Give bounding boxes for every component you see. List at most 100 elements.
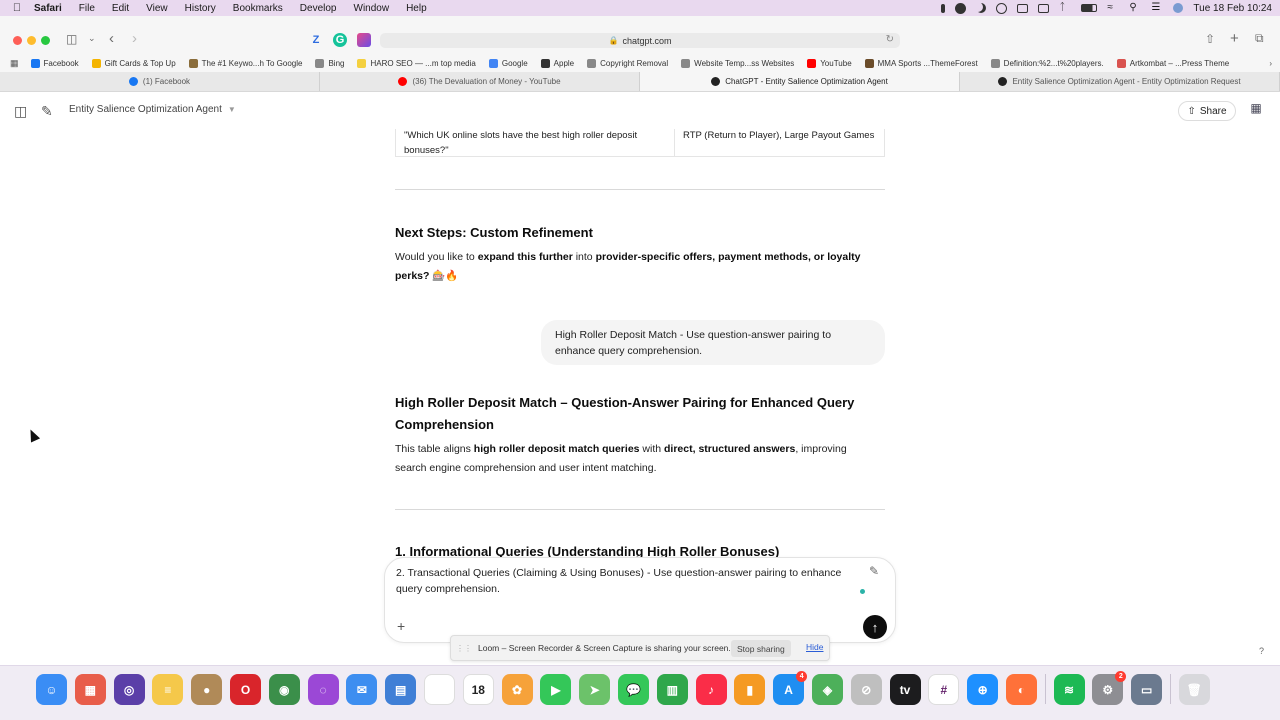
dock-chrome-icon[interactable]: ◉ (268, 674, 300, 705)
bookmark-item[interactable]: Artkombat – ...Press Theme (1116, 58, 1229, 68)
drag-handle-icon[interactable]: ⋮⋮ (456, 644, 472, 653)
menu-bookmarks[interactable]: Bookmarks (233, 3, 283, 14)
zoom-window-button[interactable] (41, 36, 50, 45)
menu-safari[interactable]: Safari (34, 3, 62, 14)
dock-podcasts-icon[interactable]: ◌ (307, 674, 339, 705)
browser-tab-active[interactable]: ChatGPT - Entity Salience Optimization A… (640, 72, 960, 91)
apple-menu-icon[interactable]:  (0, 2, 34, 14)
bookmark-item[interactable]: Website Temp...ss Websites (681, 58, 794, 68)
hide-link[interactable]: Hide (806, 642, 823, 652)
screen-icon[interactable] (1038, 3, 1050, 13)
record-icon[interactable] (996, 2, 1008, 14)
wifi-icon[interactable]: ≈ (1107, 3, 1119, 13)
extension-icon[interactable] (357, 33, 371, 47)
new-tab-icon[interactable]: + (1230, 30, 1239, 47)
grid-icon[interactable]: ▦ (10, 58, 19, 69)
message-composer[interactable]: 2. Transactional Queries (Claiming & Usi… (384, 557, 896, 643)
bookmark-item[interactable]: The #1 Keywo...h To Google (188, 58, 302, 68)
forward-icon[interactable]: › (132, 30, 137, 47)
dock-notes-icon[interactable]: ≡ (152, 674, 184, 705)
bookmark-item[interactable]: MMA Sports ...ThemeForest (864, 58, 978, 68)
window-icon[interactable] (1017, 3, 1029, 13)
bluetooth-icon[interactable]: ᛏ (1059, 3, 1071, 13)
dock-maps-2-icon[interactable]: ◈ (811, 674, 843, 705)
menu-edit[interactable]: Edit (112, 3, 129, 14)
dock-maps-icon[interactable]: ➤ (579, 674, 611, 705)
chevron-right-icon[interactable]: › (1269, 59, 1272, 68)
search-icon[interactable]: ⚲ (1129, 3, 1141, 13)
dock-spotify-icon[interactable]: ≋ (1053, 674, 1085, 705)
dock-safari-icon[interactable]: ⊕ (967, 674, 999, 705)
menu-file[interactable]: File (79, 3, 95, 14)
bookmark-item[interactable]: YouTube (807, 58, 852, 68)
menubar-clock[interactable]: Tue 18 Feb 10:24 (1193, 3, 1272, 14)
sidebar-toggle-icon[interactable]: ◫ (14, 103, 27, 120)
bookmark-item[interactable]: Apple (540, 58, 574, 68)
minimize-window-button[interactable] (27, 36, 36, 45)
dock-contacts-icon[interactable]: ● (191, 674, 223, 705)
sidebar-toggle-icon[interactable]: ◫ (66, 32, 77, 46)
dock-mail-icon[interactable]: ✉ (346, 674, 378, 705)
menu-develop[interactable]: Develop (300, 3, 337, 14)
dock-disabled-app-icon[interactable]: ⊘ (850, 674, 882, 705)
dock-facetime-icon[interactable]: ▶ (540, 674, 572, 705)
menu-help[interactable]: Help (406, 3, 427, 14)
chevron-down-icon[interactable]: ⌄ (88, 33, 96, 44)
stop-sharing-button[interactable]: Stop sharing (731, 640, 791, 657)
dock-reminders-icon[interactable]: ☰ (423, 674, 455, 705)
battery-icon[interactable] (1081, 4, 1098, 12)
bookmark-item[interactable]: Google (488, 58, 528, 68)
avatar[interactable]: ▦ (1247, 101, 1265, 119)
zotero-extension-icon[interactable]: Z (309, 33, 323, 47)
menu-view[interactable]: View (146, 3, 168, 14)
menu-window[interactable]: Window (354, 3, 390, 14)
dock-calendar-icon[interactable]: 18 (462, 674, 494, 705)
dock-books-icon[interactable]: ▮ (734, 674, 766, 705)
share-button[interactable]: ⇧ Share (1178, 101, 1236, 121)
address-bar[interactable]: 🔒 chatgpt.com ↻ (380, 33, 900, 48)
dock-finder-icon[interactable]: ☺ (36, 674, 67, 705)
browser-tab[interactable]: (36) The Devaluation of Money - YouTube (320, 72, 640, 91)
dock-slack-icon[interactable]: # (928, 674, 960, 705)
menu-history[interactable]: History (185, 3, 216, 14)
message-input[interactable]: 2. Transactional Queries (Claiming & Usi… (396, 565, 866, 597)
dock-screen-recorder-icon[interactable]: ▭ (1131, 674, 1163, 705)
help-icon[interactable]: ? (1259, 646, 1264, 656)
dock-keynote-icon[interactable]: ▤ (385, 674, 417, 705)
dock-trash-icon[interactable]: 🗑 (1178, 674, 1210, 705)
bookmark-item[interactable]: Bing (315, 58, 344, 68)
send-button[interactable]: ↑ (863, 615, 887, 639)
dock-firefox-icon[interactable]: ◐ (1005, 674, 1037, 705)
dock-system-settings-icon[interactable]: ⚙ 2 (1092, 671, 1127, 705)
dock-siri-icon[interactable]: ◎ (113, 674, 145, 705)
bookmark-item[interactable]: Gift Cards & Top Up (91, 58, 176, 68)
grammarly-icon[interactable] (955, 2, 967, 14)
model-selector[interactable]: Entity Salience Optimization Agent ▼ (69, 104, 236, 115)
new-chat-icon[interactable]: ✎ (41, 103, 53, 120)
siri-icon[interactable] (1173, 3, 1184, 13)
bookmark-item[interactable]: Copyright Removal (587, 58, 668, 68)
dock-photos-icon[interactable]: ✿ (501, 674, 533, 705)
close-window-button[interactable] (13, 36, 22, 45)
browser-tab[interactable]: Entity Salience Optimization Agent - Ent… (960, 72, 1280, 91)
moon-icon[interactable] (976, 3, 986, 13)
dock-messages-icon[interactable]: 💬 (617, 674, 649, 705)
grammarly-extension-icon[interactable]: G (333, 33, 347, 47)
control-center-icon[interactable]: ☰ (1151, 3, 1163, 13)
bookmark-item[interactable]: Facebook (30, 58, 79, 68)
dock-launchpad-icon[interactable]: ▦ (74, 674, 106, 705)
dock-app-store-icon[interactable]: A4 (773, 671, 808, 705)
microphone-icon[interactable] (941, 3, 946, 13)
reload-icon[interactable]: ↻ (886, 34, 894, 45)
edit-icon[interactable]: ✎ (869, 564, 879, 578)
dock-opera-icon[interactable]: O (229, 674, 261, 705)
dock-numbers-icon[interactable]: ▥ (656, 674, 688, 705)
tab-overview-icon[interactable]: ⧉ (1255, 31, 1264, 46)
bookmark-item[interactable]: HARO SEO — ...m top media (357, 58, 476, 68)
dock-music-icon[interactable]: ♪ (695, 674, 727, 705)
back-icon[interactable]: ‹ (109, 30, 114, 47)
dock-apple-tv-icon[interactable]: tv (889, 674, 921, 705)
bookmark-item[interactable]: Definition:%2...t%20players. (990, 58, 1104, 68)
add-attachment-icon[interactable]: + (397, 618, 405, 634)
share-icon[interactable]: ⇧ (1205, 32, 1215, 46)
